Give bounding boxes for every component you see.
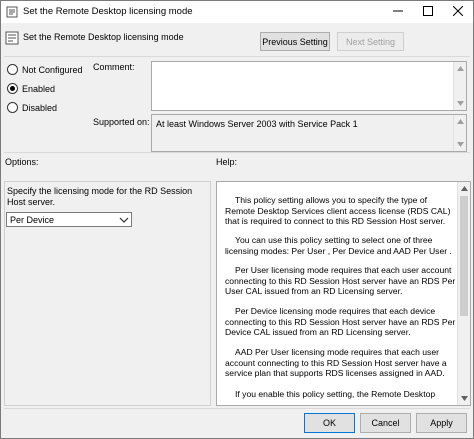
- comment-scrollbar[interactable]: [453, 62, 466, 110]
- help-paragraph: Per Device licensing mode requires that …: [225, 306, 456, 338]
- comment-label: Comment:: [93, 62, 135, 72]
- radio-enabled[interactable]: Enabled: [7, 83, 55, 94]
- policy-setting-icon: [5, 31, 19, 45]
- title-bar[interactable]: Set the Remote Desktop licensing mode: [1, 1, 473, 23]
- licensing-mode-dropdown[interactable]: Per Device: [6, 212, 132, 227]
- help-scroll-thumb[interactable]: [460, 196, 468, 316]
- radio-not-configured-label: Not Configured: [22, 64, 83, 75]
- radio-enabled-label: Enabled: [22, 83, 56, 94]
- options-description: Specify the licensing mode for the RD Se…: [7, 186, 193, 207]
- supported-on-label: Supported on:: [93, 117, 150, 127]
- scroll-down-icon[interactable]: [454, 138, 467, 151]
- help-paragraph: Per User licensing mode requires that ea…: [225, 265, 456, 297]
- help-scrollbar[interactable]: [457, 182, 470, 405]
- previous-setting-button[interactable]: Previous Setting: [260, 32, 330, 51]
- minimize-button[interactable]: [383, 1, 412, 23]
- scroll-up-icon[interactable]: [454, 115, 467, 128]
- mid-divider: [4, 152, 470, 153]
- options-label: Options:: [5, 157, 39, 167]
- maximize-button[interactable]: [413, 1, 442, 23]
- close-icon: [452, 5, 463, 18]
- header-divider: [4, 56, 470, 57]
- comment-input[interactable]: [151, 61, 467, 111]
- minimize-icon: [392, 6, 403, 18]
- maximize-icon: [422, 6, 433, 18]
- supported-scrollbar[interactable]: [453, 115, 466, 151]
- licensing-mode-value: Per Device: [10, 215, 55, 225]
- help-paragraph: This policy setting allows you to specif…: [225, 195, 451, 227]
- policy-icon: [6, 6, 18, 18]
- window-title: Set the Remote Desktop licensing mode: [23, 6, 193, 17]
- next-setting-button[interactable]: Next Setting: [337, 32, 404, 51]
- radio-enabled-circle[interactable]: [7, 83, 18, 94]
- radio-disabled-circle[interactable]: [7, 102, 18, 113]
- scroll-down-icon[interactable]: [454, 97, 467, 110]
- radio-disabled-label: Disabled: [22, 102, 58, 113]
- supported-on-box: At least Windows Server 2003 with Servic…: [151, 114, 467, 152]
- help-paragraph: You can use this policy setting to selec…: [225, 235, 452, 256]
- scroll-up-icon[interactable]: [454, 62, 467, 75]
- supported-on-value: At least Windows Server 2003 with Servic…: [156, 119, 358, 129]
- radio-disabled[interactable]: Disabled: [7, 102, 57, 113]
- footer-divider: [4, 408, 470, 409]
- apply-button[interactable]: Apply: [416, 413, 467, 433]
- help-label: Help:: [216, 157, 238, 167]
- dialog-window: Set the Remote Desktop licensing mode Se…: [0, 0, 474, 439]
- scroll-up-icon[interactable]: [458, 182, 471, 195]
- setting-title: Set the Remote Desktop licensing mode: [23, 32, 184, 42]
- close-button[interactable]: [443, 1, 472, 23]
- chevron-down-icon: [119, 215, 129, 225]
- help-paragraph: AAD Per User licensing mode requires tha…: [225, 347, 447, 379]
- cancel-button[interactable]: Cancel: [360, 413, 411, 433]
- help-paragraph: If you enable this policy setting, the R…: [235, 389, 436, 399]
- radio-not-configured[interactable]: Not Configured: [7, 64, 83, 75]
- scroll-down-icon[interactable]: [458, 392, 471, 405]
- radio-not-configured-circle[interactable]: [7, 64, 18, 75]
- ok-button[interactable]: OK: [304, 413, 355, 433]
